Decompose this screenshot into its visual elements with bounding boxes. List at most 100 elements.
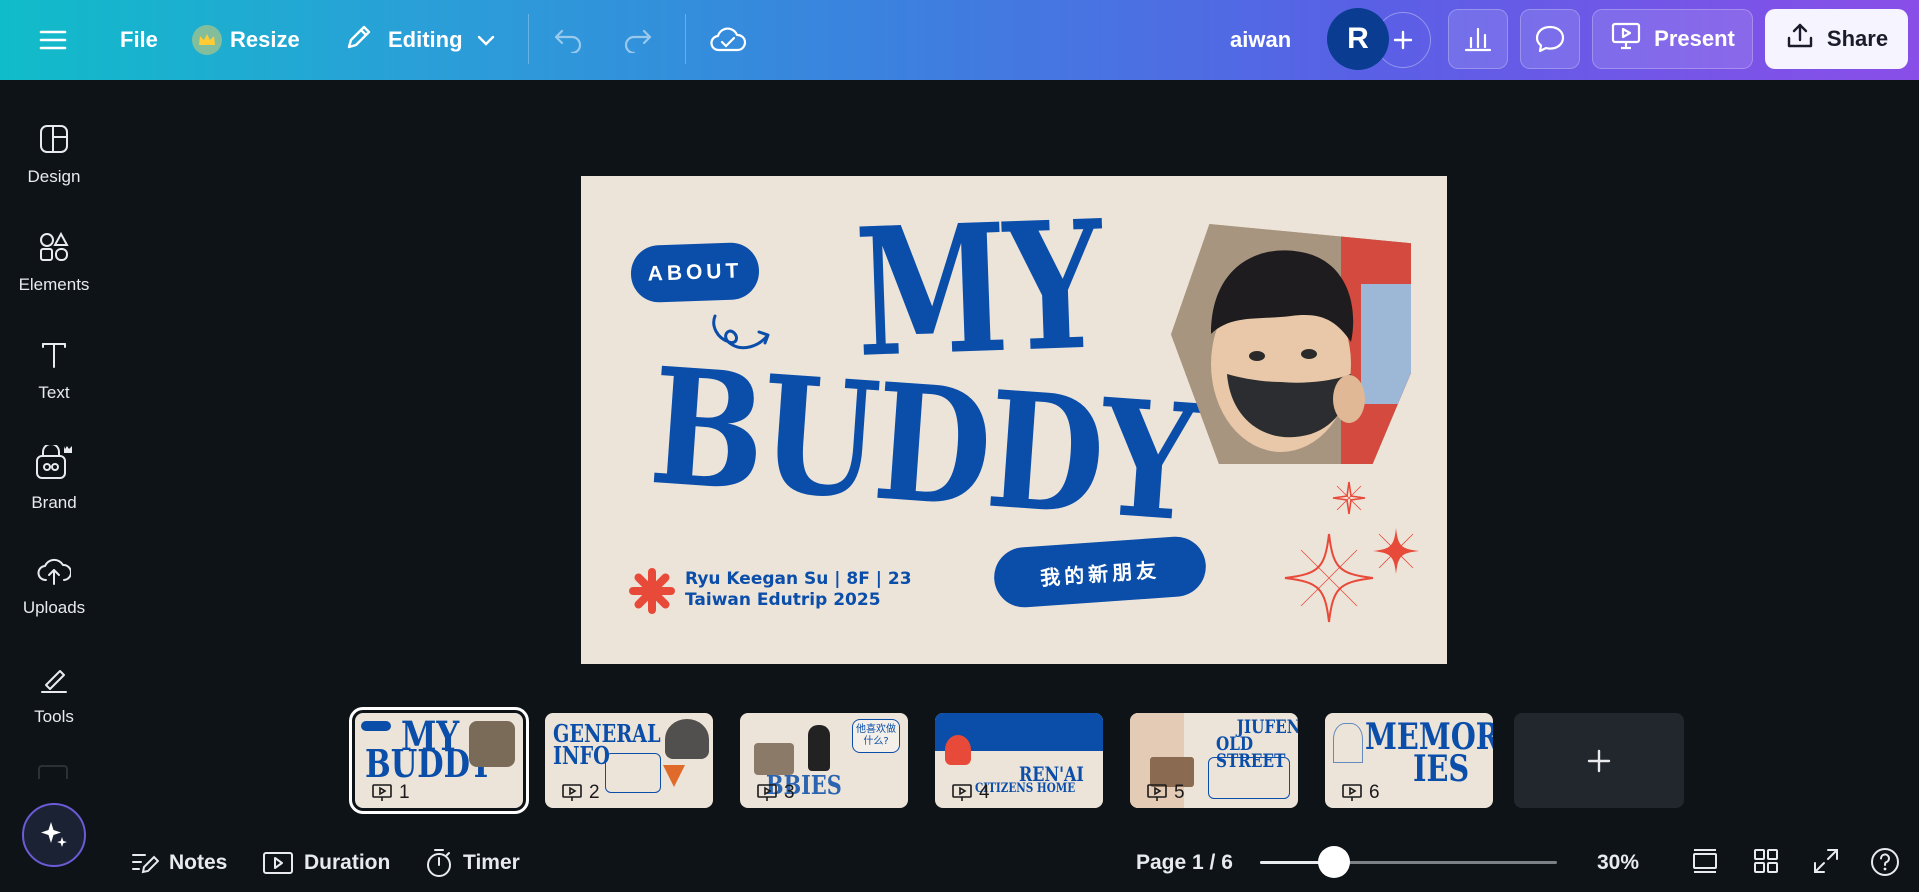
timer-label: Timer <box>463 851 520 874</box>
sidebar-item-label: Tools <box>34 707 74 726</box>
slide-title-buddy[interactable]: BUDDY <box>645 332 1200 557</box>
insights-chart-icon[interactable] <box>1448 9 1508 69</box>
zoom-slider-track[interactable] <box>1260 861 1557 864</box>
thumb-page-number: 3 <box>756 782 795 804</box>
small-sparkle-icon[interactable] <box>1331 480 1367 516</box>
single-page-view-icon[interactable] <box>1690 846 1720 881</box>
notes-icon <box>132 854 159 874</box>
thumb-subtitle: CITIZENS HOME <box>975 781 1076 796</box>
slide-canvas[interactable]: ABOUT MY BUDDY 我的新朋友 Ryu Keegan Su | 8F … <box>581 176 1447 664</box>
timer-icon <box>427 849 451 877</box>
avatar[interactable]: R <box>1327 8 1389 70</box>
text-icon <box>38 339 70 371</box>
thumb-page-number: 5 <box>1146 782 1185 804</box>
magic-sparkle-icon[interactable] <box>22 803 86 867</box>
thumb-page-number: 2 <box>561 782 600 804</box>
sidebar-item-design[interactable]: Design <box>0 105 108 205</box>
thumb-page-number: 1 <box>371 782 410 804</box>
redo-icon[interactable] <box>623 0 653 80</box>
zoom-slider-handle[interactable] <box>1318 846 1351 878</box>
add-page-button[interactable] <box>1514 713 1684 808</box>
notes-label: Notes <box>169 851 228 874</box>
thumb-cupcake <box>945 735 971 765</box>
user-name[interactable]: aiwan <box>1230 0 1291 80</box>
medium-sparkle-icon[interactable] <box>1371 526 1421 576</box>
sidebar-item-label: Uploads <box>22 598 86 617</box>
thumb-photo <box>469 721 515 767</box>
byline-line-2: Taiwan Edutrip 2025 <box>685 590 881 610</box>
thumb-page-number: 4 <box>951 782 990 804</box>
byline[interactable]: Ryu Keegan Su | 8F | 23 Taiwan Edutrip 2… <box>685 569 912 611</box>
comment-icon[interactable] <box>1520 9 1580 69</box>
thumb-info-box <box>1208 757 1290 799</box>
thumb-speech-bubble: 他喜欢做什么? <box>852 719 900 753</box>
resize-label: Resize <box>230 27 300 52</box>
sidebar-item-text[interactable]: Text <box>0 321 108 421</box>
elements-icon <box>38 231 70 263</box>
file-menu-button[interactable]: File <box>120 0 158 80</box>
crown-icon <box>192 25 222 55</box>
large-sparkle-icon[interactable] <box>1281 530 1377 626</box>
thumb-figure <box>808 725 830 771</box>
share-label: Share <box>1826 26 1889 51</box>
undo-icon[interactable] <box>553 0 583 80</box>
timer-button[interactable]: Timer <box>425 842 520 884</box>
present-button[interactable]: Present <box>1592 9 1753 69</box>
byline-line-1: Ryu Keegan Su | 8F | 23 <box>685 569 912 589</box>
plus-icon <box>1587 749 1611 772</box>
resize-button[interactable]: Resize <box>192 0 300 80</box>
left-sidebar: Design Elements Text Brand Uploads Tools <box>0 80 108 892</box>
sidebar-item-elements[interactable]: Elements <box>0 213 108 313</box>
sidebar-item-label: Text <box>38 383 70 402</box>
page-thumbnail-5[interactable]: JIUFEN OLD STREET 5 <box>1130 713 1298 808</box>
cloud-saved-icon[interactable] <box>710 0 746 80</box>
page-indicator[interactable]: Page 1 / 6 <box>1136 842 1233 884</box>
share-button[interactable]: Share <box>1765 9 1908 69</box>
buddy-photo[interactable] <box>1171 224 1411 464</box>
sidebar-item-label: Design <box>27 167 81 186</box>
toolbar-divider <box>528 14 529 64</box>
editing-label: Editing <box>388 27 463 52</box>
zoom-percentage[interactable]: 30% <box>1597 842 1639 884</box>
menu-icon[interactable] <box>38 0 68 80</box>
chevron-down-icon <box>477 27 495 53</box>
thumb-title: MEMOR IES <box>1365 716 1493 791</box>
present-label: Present <box>1654 26 1735 51</box>
top-toolbar: File Resize Editing aiwan R Present Shar… <box>0 0 1919 80</box>
thumb-page-number: 6 <box>1341 782 1380 804</box>
design-icon <box>38 123 70 155</box>
sidebar-item-brand[interactable]: Brand <box>0 429 108 529</box>
page-thumbnail-3[interactable]: 他喜欢做什么? BBIES 3 <box>740 713 908 808</box>
page-thumbnail-1[interactable]: MY BUDDY 1 <box>349 707 529 814</box>
notes-button[interactable]: Notes <box>131 842 227 884</box>
uploads-icon <box>37 556 71 586</box>
about-label[interactable]: ABOUT <box>630 241 760 304</box>
asterisk-icon[interactable] <box>629 568 675 614</box>
page-thumbnail-6[interactable]: MEMOR IES 6 <box>1325 713 1493 808</box>
thumb-figures <box>665 719 709 759</box>
toolbar-divider <box>685 14 686 64</box>
duration-icon <box>263 852 293 874</box>
fullscreen-icon[interactable] <box>1811 846 1841 881</box>
folder-icon[interactable] <box>38 765 68 779</box>
help-icon[interactable] <box>1869 846 1901 883</box>
thumb-info-box <box>605 753 661 793</box>
thumb-pennant <box>663 765 685 787</box>
page-thumbnail-2[interactable]: GENERAL INFO 2 <box>545 713 713 808</box>
sidebar-item-label: Elements <box>18 275 90 294</box>
sidebar-item-label: Brand <box>31 493 77 512</box>
sidebar-item-tools[interactable]: Tools <box>0 645 108 745</box>
pencil-icon <box>344 22 374 58</box>
tools-icon <box>38 663 70 695</box>
grid-view-icon[interactable] <box>1751 846 1781 881</box>
present-icon <box>1610 20 1642 58</box>
brand-icon <box>34 445 74 481</box>
thumb-leaf-decoration <box>1333 723 1363 763</box>
editing-mode-dropdown[interactable]: Editing <box>344 0 495 80</box>
thumb-about-pill <box>361 721 391 731</box>
share-upload-icon <box>1785 21 1815 57</box>
duration-button[interactable]: Duration <box>262 842 390 884</box>
duration-label: Duration <box>304 851 391 874</box>
page-thumbnail-4[interactable]: REN'AI CITIZENS HOME 4 <box>935 713 1103 808</box>
sidebar-item-uploads[interactable]: Uploads <box>0 537 108 637</box>
